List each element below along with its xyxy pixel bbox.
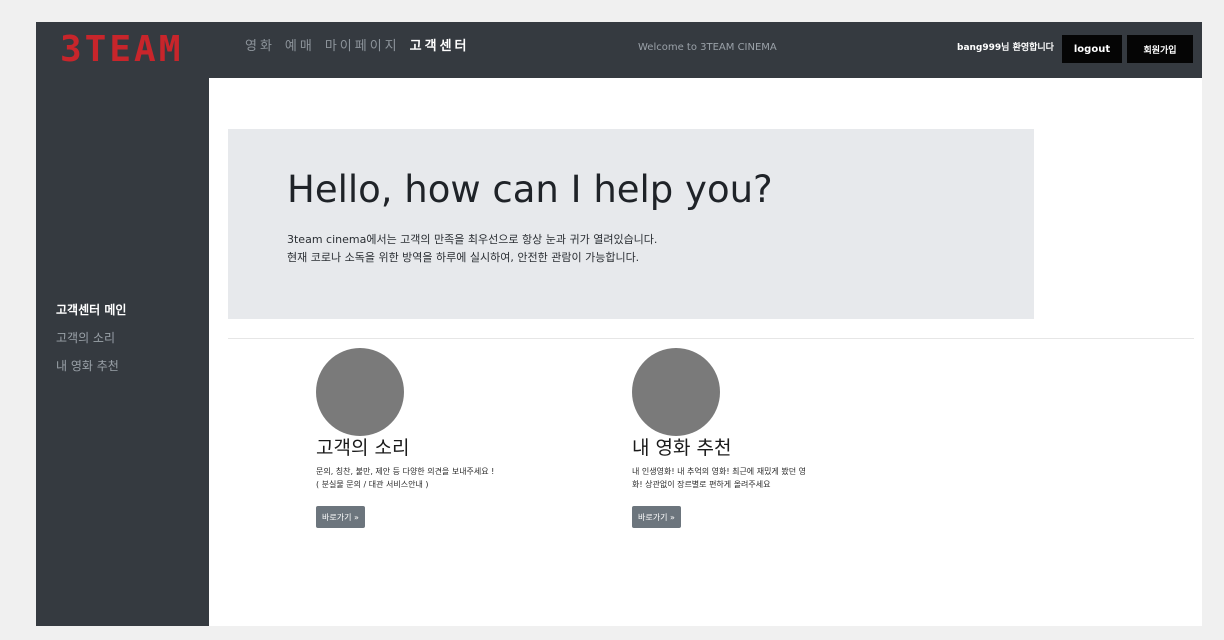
sidebar-item-main[interactable]: 고객센터 메인 xyxy=(56,296,126,324)
section-divider xyxy=(228,338,1194,339)
site-logo[interactable]: 3TEAM xyxy=(60,28,183,72)
sidebar-item-movie-recommend[interactable]: 내 영화 추천 xyxy=(56,352,126,380)
hero-description: 3team cinema에서는 고객의 만족을 최우선으로 항상 눈과 귀가 열… xyxy=(287,231,657,267)
nav-link-movies[interactable]: 영화 xyxy=(245,37,275,57)
user-greeting: bang999님 환영합니다 xyxy=(957,43,1054,53)
page-frame: 3TEAM 영화 예매 마이페이지 고객센터 Welcome to 3TEAM … xyxy=(36,22,1202,626)
hero-jumbotron: Hello, how can I help you? 3team cinema에… xyxy=(228,129,1034,319)
hero-line-1: 3team cinema에서는 고객의 만족을 최우선으로 항상 눈과 귀가 열… xyxy=(287,233,658,246)
go-customer-voice-button[interactable]: 바로가기 » xyxy=(316,506,365,528)
logout-button[interactable]: logout xyxy=(1062,35,1122,63)
sidebar-menu: 고객센터 메인 고객의 소리 내 영화 추천 xyxy=(56,296,126,380)
card-desc-line-2: ( 분실물 문의 / 대관 서비스안내 ) xyxy=(316,480,429,489)
card-description: 내 인생영화! 내 추억의 영화! 최근에 재밌게 봤던 영 화! 상관없이 장… xyxy=(632,465,872,491)
sidebar-item-customer-voice[interactable]: 고객의 소리 xyxy=(56,324,126,352)
main-nav: 영화 예매 마이페이지 고객센터 xyxy=(245,37,470,57)
card-desc-line-1: 문의, 칭찬, 불만, 제안 등 다양한 의견을 보내주세요 ! xyxy=(316,467,495,476)
card-title: 내 영화 추천 xyxy=(632,437,732,459)
nav-link-mypage[interactable]: 마이페이지 xyxy=(325,37,400,57)
card-desc-line-2: 화! 상관없이 장르별로 편하게 올려주세요 xyxy=(632,480,771,489)
hero-title: Hello, how can I help you? xyxy=(287,168,773,211)
welcome-text: Welcome to 3TEAM CINEMA xyxy=(638,42,777,53)
card-desc-line-1: 내 인생영화! 내 추억의 영화! 최근에 재밌게 봤던 영 xyxy=(632,467,806,476)
card-description: 문의, 칭찬, 불만, 제안 등 다양한 의견을 보내주세요 ! ( 분실물 문… xyxy=(316,465,556,491)
top-navbar: 3TEAM 영화 예매 마이페이지 고객센터 Welcome to 3TEAM … xyxy=(36,22,1202,78)
hero-line-2: 현재 코로나 소독을 위한 방역을 하루에 실시하여, 안전한 관람이 가능합니… xyxy=(287,251,640,264)
card-image-placeholder xyxy=(316,348,404,436)
go-movie-recommend-button[interactable]: 바로가기 » xyxy=(632,506,681,528)
card-title: 고객의 소리 xyxy=(316,437,410,459)
nav-link-customer-center[interactable]: 고객센터 xyxy=(410,37,470,57)
sidebar: 고객센터 메인 고객의 소리 내 영화 추천 xyxy=(36,78,209,626)
card-image-placeholder xyxy=(632,348,720,436)
signup-button[interactable]: 회원가입 xyxy=(1127,35,1193,63)
nav-link-booking[interactable]: 예매 xyxy=(285,37,315,57)
